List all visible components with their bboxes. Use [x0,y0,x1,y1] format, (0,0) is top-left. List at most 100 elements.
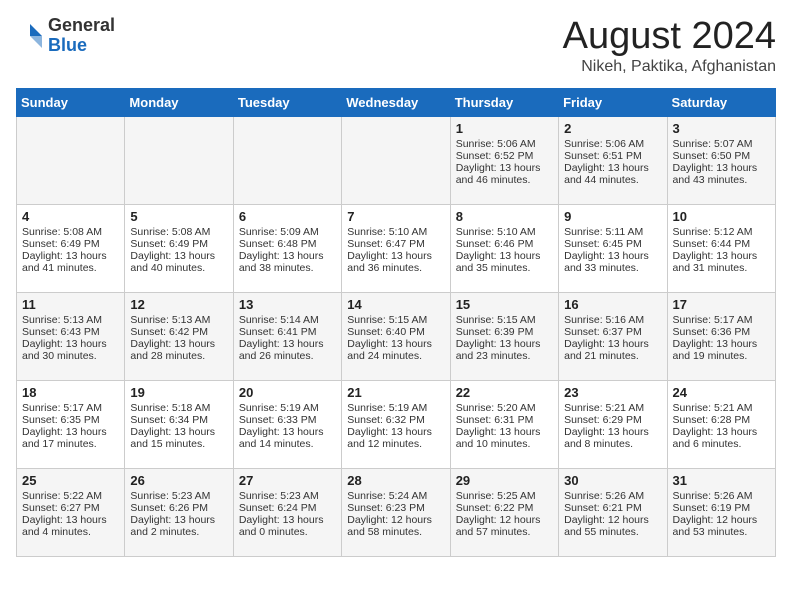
cell-content-line: Sunset: 6:48 PM [239,238,336,250]
cell-content-line: Daylight: 13 hours [456,426,553,438]
cell-content-line: Sunset: 6:45 PM [564,238,661,250]
cell-content-line: Sunset: 6:27 PM [22,502,119,514]
day-number: 1 [456,121,553,136]
cell-content-line: Daylight: 13 hours [22,514,119,526]
calendar-cell: 22Sunrise: 5:20 AMSunset: 6:31 PMDayligh… [450,380,558,468]
calendar-cell [342,116,450,204]
calendar-week-row: 25Sunrise: 5:22 AMSunset: 6:27 PMDayligh… [17,468,776,556]
cell-content-line: Sunrise: 5:14 AM [239,314,336,326]
cell-content-line: and 15 minutes. [130,438,227,450]
cell-content-line: Sunset: 6:19 PM [673,502,770,514]
cell-content-line: and 24 minutes. [347,350,444,362]
cell-content-line: and 31 minutes. [673,262,770,274]
cell-content-line: Sunset: 6:42 PM [130,326,227,338]
day-number: 29 [456,473,553,488]
cell-content-line: and 19 minutes. [673,350,770,362]
cell-content-line: Daylight: 13 hours [347,426,444,438]
cell-content-line: Sunrise: 5:06 AM [456,138,553,150]
cell-content-line: Sunset: 6:28 PM [673,414,770,426]
day-number: 18 [22,385,119,400]
calendar-body: 1Sunrise: 5:06 AMSunset: 6:52 PMDaylight… [17,116,776,556]
cell-content-line: Sunset: 6:47 PM [347,238,444,250]
cell-content-line: Daylight: 13 hours [673,162,770,174]
cell-content-line: and 43 minutes. [673,174,770,186]
calendar-cell: 19Sunrise: 5:18 AMSunset: 6:34 PMDayligh… [125,380,233,468]
calendar-cell: 26Sunrise: 5:23 AMSunset: 6:26 PMDayligh… [125,468,233,556]
cell-content-line: Daylight: 13 hours [456,250,553,262]
cell-content-line: Daylight: 12 hours [673,514,770,526]
day-number: 3 [673,121,770,136]
calendar-cell [17,116,125,204]
cell-content-line: and 10 minutes. [456,438,553,450]
weekday-header: Monday [125,88,233,116]
cell-content-line: Daylight: 13 hours [456,338,553,350]
cell-content-line: Sunrise: 5:23 AM [130,490,227,502]
cell-content-line: and 4 minutes. [22,526,119,538]
cell-content-line: and 8 minutes. [564,438,661,450]
cell-content-line: Sunrise: 5:18 AM [130,402,227,414]
cell-content-line: Daylight: 13 hours [347,250,444,262]
cell-content-line: Sunrise: 5:08 AM [130,226,227,238]
day-number: 11 [22,297,119,312]
cell-content-line: Sunset: 6:23 PM [347,502,444,514]
day-number: 4 [22,209,119,224]
month-year: August 2024 [563,16,776,58]
cell-content-line: and 14 minutes. [239,438,336,450]
cell-content-line: Sunset: 6:51 PM [564,150,661,162]
calendar-cell: 23Sunrise: 5:21 AMSunset: 6:29 PMDayligh… [559,380,667,468]
cell-content-line: Daylight: 13 hours [673,426,770,438]
calendar-cell: 12Sunrise: 5:13 AMSunset: 6:42 PMDayligh… [125,292,233,380]
calendar-cell: 10Sunrise: 5:12 AMSunset: 6:44 PMDayligh… [667,204,775,292]
cell-content-line: Daylight: 12 hours [456,514,553,526]
cell-content-line: Sunset: 6:34 PM [130,414,227,426]
cell-content-line: Daylight: 12 hours [564,514,661,526]
cell-content-line: Sunset: 6:37 PM [564,326,661,338]
cell-content-line: and 41 minutes. [22,262,119,274]
day-number: 28 [347,473,444,488]
cell-content-line: Sunset: 6:36 PM [673,326,770,338]
day-number: 22 [456,385,553,400]
cell-content-line: and 12 minutes. [347,438,444,450]
cell-content-line: Sunrise: 5:13 AM [130,314,227,326]
cell-content-line: Sunrise: 5:21 AM [564,402,661,414]
day-number: 31 [673,473,770,488]
cell-content-line: Sunrise: 5:09 AM [239,226,336,238]
weekday-header: Thursday [450,88,558,116]
cell-content-line: and 33 minutes. [564,262,661,274]
calendar-cell: 20Sunrise: 5:19 AMSunset: 6:33 PMDayligh… [233,380,341,468]
cell-content-line: and 17 minutes. [22,438,119,450]
calendar-cell: 7Sunrise: 5:10 AMSunset: 6:47 PMDaylight… [342,204,450,292]
cell-content-line: Sunrise: 5:21 AM [673,402,770,414]
cell-content-line: Sunrise: 5:26 AM [673,490,770,502]
cell-content-line: and 2 minutes. [130,526,227,538]
cell-content-line: Sunrise: 5:12 AM [673,226,770,238]
cell-content-line: Daylight: 13 hours [347,338,444,350]
cell-content-line: and 53 minutes. [673,526,770,538]
day-number: 27 [239,473,336,488]
cell-content-line: Sunset: 6:39 PM [456,326,553,338]
day-number: 13 [239,297,336,312]
cell-content-line: Sunset: 6:49 PM [22,238,119,250]
cell-content-line: and 26 minutes. [239,350,336,362]
calendar-cell: 18Sunrise: 5:17 AMSunset: 6:35 PMDayligh… [17,380,125,468]
calendar-cell: 17Sunrise: 5:17 AMSunset: 6:36 PMDayligh… [667,292,775,380]
cell-content-line: Daylight: 13 hours [130,338,227,350]
calendar-cell [125,116,233,204]
cell-content-line: Sunrise: 5:10 AM [456,226,553,238]
cell-content-line: and 38 minutes. [239,262,336,274]
calendar-cell: 25Sunrise: 5:22 AMSunset: 6:27 PMDayligh… [17,468,125,556]
cell-content-line: and 58 minutes. [347,526,444,538]
day-number: 17 [673,297,770,312]
day-number: 25 [22,473,119,488]
cell-content-line: Daylight: 13 hours [673,338,770,350]
cell-content-line: Daylight: 13 hours [130,426,227,438]
cell-content-line: Sunset: 6:44 PM [673,238,770,250]
day-number: 7 [347,209,444,224]
cell-content-line: Sunrise: 5:15 AM [347,314,444,326]
logo-icon [16,22,44,50]
cell-content-line: Sunset: 6:32 PM [347,414,444,426]
cell-content-line: Sunset: 6:40 PM [347,326,444,338]
cell-content-line: Sunrise: 5:24 AM [347,490,444,502]
cell-content-line: Sunrise: 5:13 AM [22,314,119,326]
calendar-cell: 14Sunrise: 5:15 AMSunset: 6:40 PMDayligh… [342,292,450,380]
